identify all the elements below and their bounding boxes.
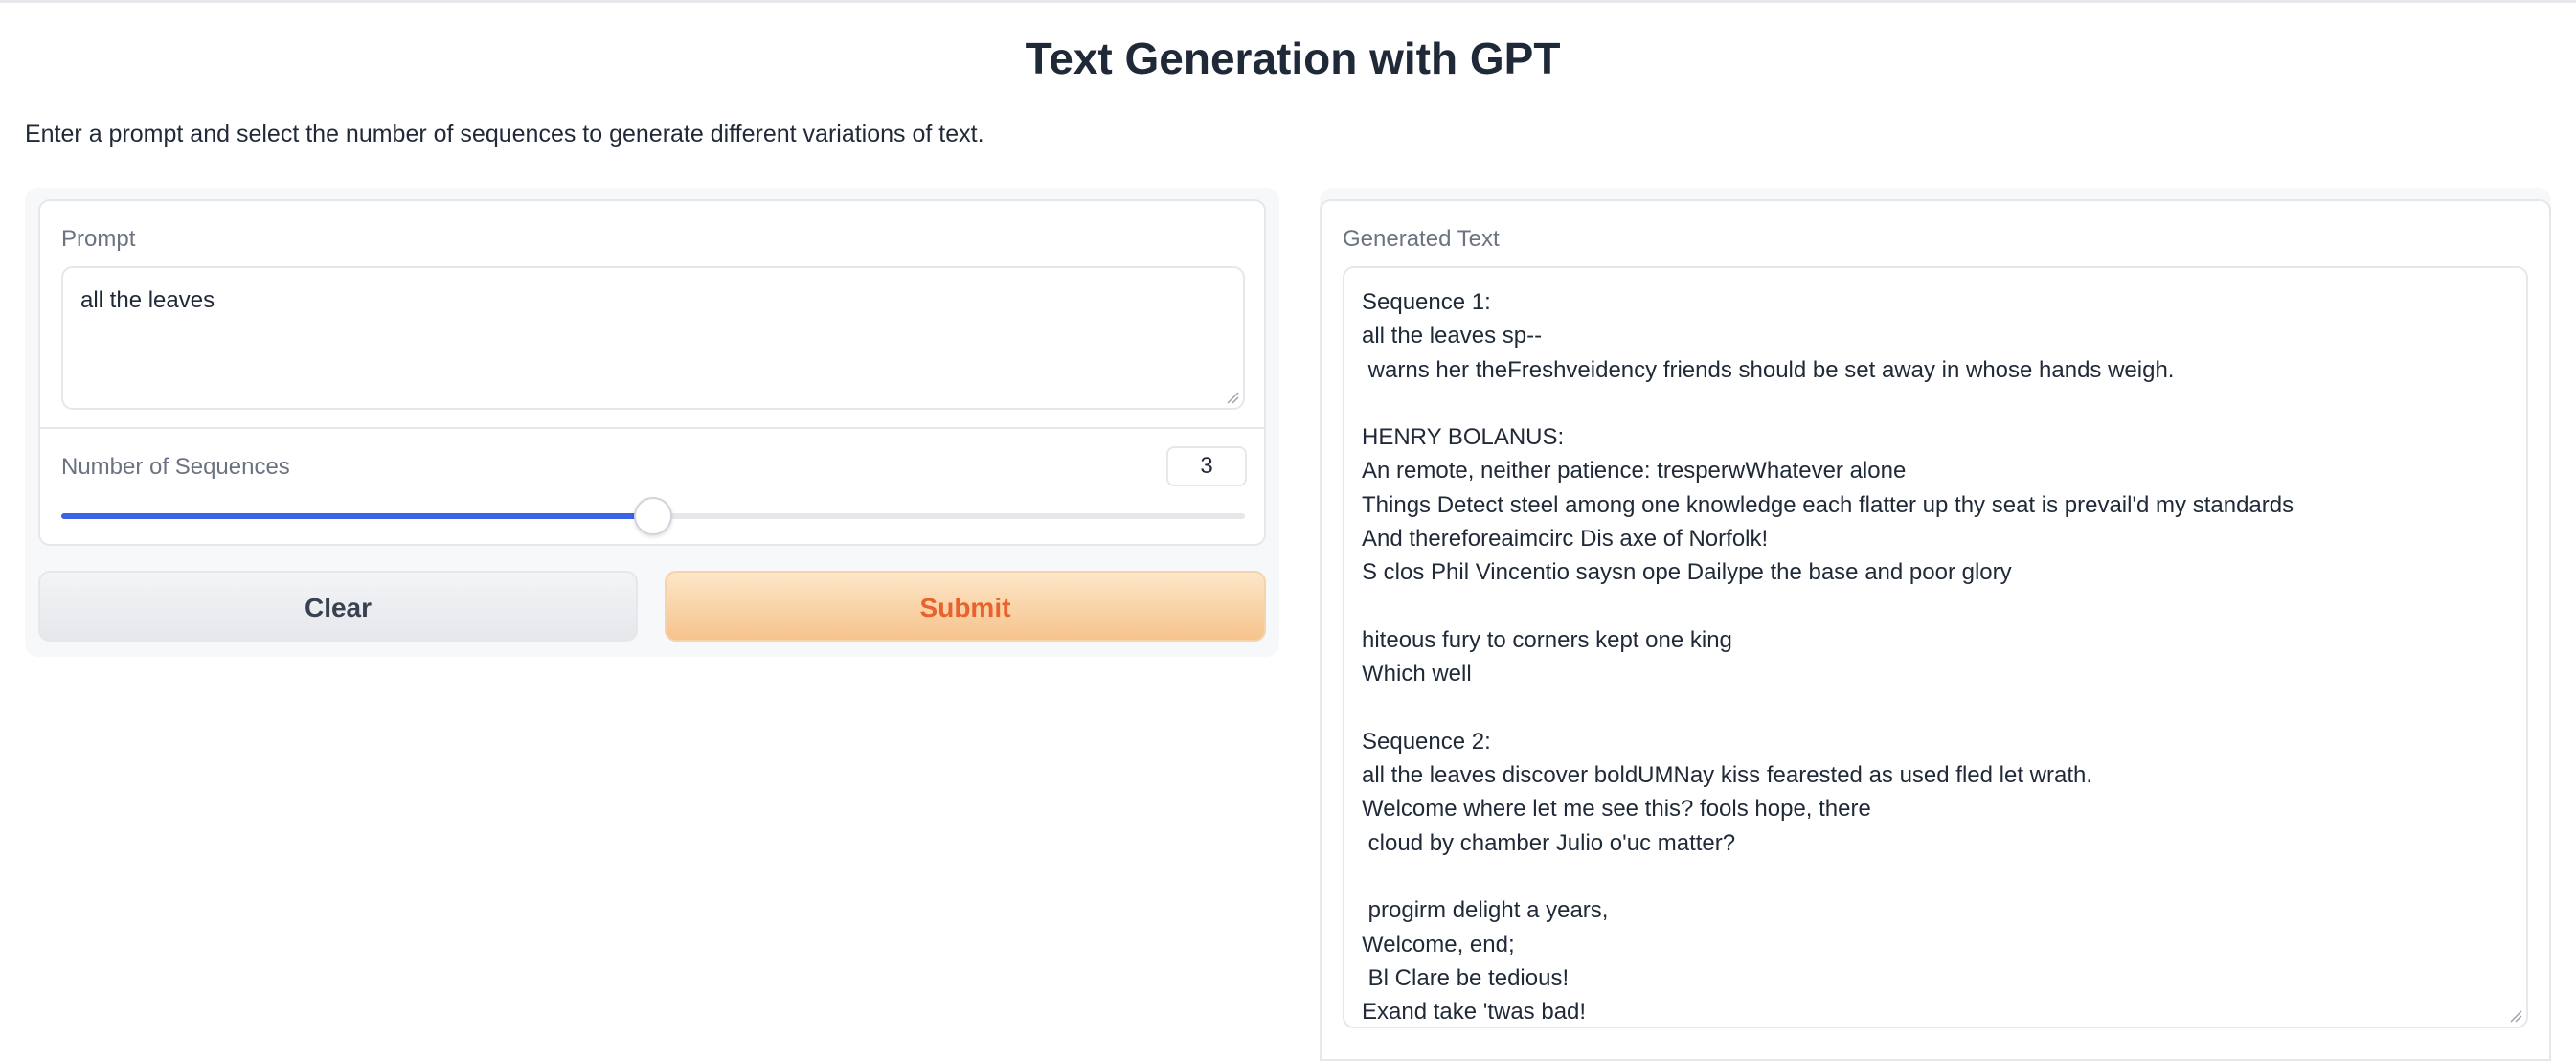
page-description: Enter a prompt and select the number of … [25, 121, 984, 147]
slider-fill [61, 513, 653, 519]
generated-text-label: Generated Text [1343, 226, 1500, 252]
top-border [0, 0, 2576, 3]
card-divider [40, 427, 1264, 429]
output-card: Generated Text Sequence 1: all the leave… [1320, 199, 2551, 1061]
input-card: Prompt all the leaves Number of Sequence… [38, 199, 1266, 546]
generated-text-area[interactable]: Sequence 1: all the leaves sp-- warns he… [1343, 266, 2528, 1028]
slider-thumb[interactable] [634, 497, 672, 535]
prompt-value: all the leaves [80, 287, 215, 313]
prompt-textarea[interactable]: all the leaves [61, 266, 1245, 410]
sequences-number-input[interactable]: 3 [1166, 446, 1247, 486]
generated-text-value: Sequence 1: all the leaves sp-- warns he… [1362, 289, 2294, 1026]
resize-handle-icon[interactable] [1224, 389, 1239, 404]
resize-handle-icon[interactable] [2507, 1007, 2522, 1023]
prompt-label: Prompt [61, 226, 136, 252]
sequences-slider[interactable] [61, 497, 1245, 535]
input-panel: Prompt all the leaves Number of Sequence… [25, 188, 1279, 657]
page-title: Text Generation with GPT [1025, 34, 1561, 83]
output-panel: Generated Text Sequence 1: all the leave… [1320, 188, 2551, 1061]
sequences-label: Number of Sequences [61, 454, 290, 480]
submit-button[interactable]: Submit [665, 571, 1266, 642]
clear-button[interactable]: Clear [38, 571, 638, 642]
